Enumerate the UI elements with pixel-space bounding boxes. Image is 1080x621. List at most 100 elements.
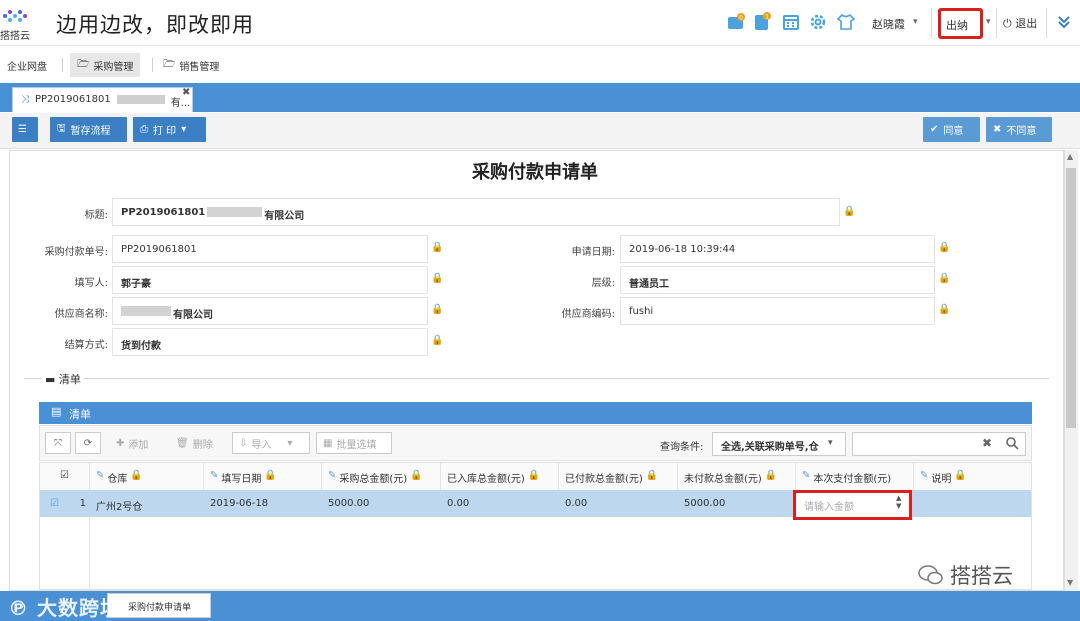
scrollbar-thumb[interactable] bbox=[1066, 168, 1076, 428]
nav-tab-purchase[interactable]: 🗁 采购管理 bbox=[70, 53, 141, 77]
scroll-down-icon[interactable]: ▼ bbox=[1067, 578, 1073, 587]
column-header-remark[interactable]: ✎ 说明 🔒 bbox=[914, 463, 1031, 490]
add-row-button[interactable]: ✚ 添加 bbox=[110, 432, 154, 454]
delete-row-button[interactable]: 🗑 删除 bbox=[170, 432, 219, 454]
disagree-button[interactable]: ✖ 不同意 bbox=[986, 117, 1052, 142]
column-header-stocked-total[interactable]: 已入库总金额(元) 🔒 bbox=[441, 463, 559, 490]
role-dropdown-caret-icon[interactable]: ▾ bbox=[986, 17, 991, 27]
cell-date[interactable]: 2019-06-18 bbox=[204, 490, 268, 517]
batch-select-label: 批量选填 bbox=[336, 439, 377, 451]
fullscreen-icon: ⤧ bbox=[54, 437, 62, 449]
column-header-warehouse[interactable]: ✎ 仓库 🔒 bbox=[90, 463, 204, 490]
check-icon: ✔ bbox=[930, 124, 939, 135]
plus-icon: ✚ bbox=[116, 437, 125, 449]
skin-shirt-icon[interactable] bbox=[836, 12, 856, 32]
save-flow-button[interactable]: 🖫 暂存流程 bbox=[50, 117, 127, 142]
user-name[interactable]: 赵晓霞 bbox=[872, 16, 905, 32]
level-field[interactable]: 普通员工 bbox=[620, 266, 935, 294]
user-dropdown-caret-icon[interactable]: ▾ bbox=[913, 17, 918, 27]
agree-button[interactable]: ✔ 同意 bbox=[923, 117, 980, 142]
settlement-field[interactable]: 货到付款 bbox=[112, 328, 428, 356]
lock-icon: 🔒 bbox=[431, 242, 444, 253]
column-header-pay-amount[interactable]: ✎ 本次支付金额(元) bbox=[796, 463, 914, 490]
print-button[interactable]: ⎙ 打 印 ▾ bbox=[133, 117, 206, 142]
logo-icon bbox=[3, 10, 27, 22]
agree-label: 同意 bbox=[943, 126, 964, 137]
nav-tab-sales[interactable]: 🗁 销售管理 bbox=[156, 53, 226, 77]
subject-field[interactable]: PP2019061801 有限公司 bbox=[112, 198, 840, 226]
x-icon: ✖ bbox=[993, 124, 1002, 135]
fullscreen-button[interactable]: ⤧ bbox=[45, 432, 71, 454]
supplier-name-suffix: 有限公司 bbox=[173, 310, 213, 321]
column-header-date[interactable]: ✎ 填写日期 🔒 bbox=[204, 463, 322, 490]
import-button[interactable]: ⇩ 导入 ▾ bbox=[232, 432, 310, 454]
chevron-down-icon: ▾ bbox=[181, 124, 187, 135]
document-tab[interactable]: ⤨ PP2019061801 有... bbox=[12, 87, 193, 112]
watermark-right-text: 搭搭云 bbox=[950, 564, 1013, 588]
divider bbox=[1046, 8, 1047, 38]
cell-purchase-total: 5000.00 bbox=[328, 498, 370, 509]
column-header-label: 仓库 bbox=[107, 474, 128, 485]
select-all-checkbox[interactable]: ☑ bbox=[40, 463, 90, 490]
filler-field[interactable]: 郭子豪 bbox=[112, 266, 428, 294]
column-header-purchase-total[interactable]: ✎ 采购总金额(元) 🔒 bbox=[322, 463, 441, 490]
wechat-icon bbox=[918, 565, 943, 585]
chevron-down-icon[interactable]: ▾ bbox=[828, 438, 833, 448]
apply-date-field[interactable]: 2019-06-18 10:39:44 bbox=[620, 235, 935, 263]
row-index: 1 bbox=[79, 498, 86, 509]
delete-label: 删除 bbox=[192, 439, 213, 451]
outline-list-button[interactable]: ☰ bbox=[12, 117, 38, 142]
list-panel-header: ▤ 清单 bbox=[39, 402, 1032, 424]
settings-gear-icon[interactable] bbox=[808, 12, 828, 32]
logout-button[interactable]: ⏻ 退出 bbox=[1003, 15, 1037, 31]
subject-prefix: PP2019061801 bbox=[121, 207, 206, 218]
task-icon[interactable]: 1 bbox=[752, 12, 772, 32]
order-no-field[interactable]: PP2019061801 bbox=[112, 235, 428, 263]
expand-chevron-icon[interactable] bbox=[1055, 12, 1073, 32]
message-icon[interactable]: 0 bbox=[726, 12, 746, 32]
settlement-label: 结算方式: bbox=[64, 340, 108, 351]
calendar-icon[interactable] bbox=[781, 12, 801, 32]
batch-icon: ▦ bbox=[323, 437, 333, 449]
clear-icon[interactable]: ✖ bbox=[982, 436, 992, 450]
column-header-unpaid-total[interactable]: 未付款总金额(元) 🔒 bbox=[678, 463, 796, 490]
watermark-text: 大数跨境 bbox=[36, 596, 121, 620]
import-icon: ⇩ bbox=[239, 437, 248, 449]
cell-paid-total: 0.00 bbox=[565, 498, 588, 509]
pay-amount-input[interactable]: 请输入金额 ▲ ▼ bbox=[793, 490, 912, 520]
print-icon: ⎙ bbox=[140, 124, 148, 135]
filler-label: 填写人: bbox=[74, 278, 108, 289]
role-selector[interactable]: 出纳 bbox=[938, 8, 983, 39]
query-search-input[interactable] bbox=[852, 432, 1026, 456]
stepper-arrows-icon[interactable]: ▲ ▼ bbox=[896, 494, 901, 510]
lock-icon: 🔒 bbox=[954, 470, 967, 481]
redacted-block bbox=[121, 306, 171, 316]
disagree-label: 不同意 bbox=[1006, 126, 1037, 137]
app-logo[interactable]: 搭搭云 bbox=[0, 5, 40, 42]
column-header-label: 采购总金额(元) bbox=[339, 474, 408, 485]
list-section-legend[interactable]: ▬ 清单 bbox=[42, 371, 84, 387]
lock-icon: 🔒 bbox=[645, 470, 659, 481]
section-divider bbox=[24, 378, 1049, 379]
edit-icon: ✎ bbox=[96, 470, 105, 481]
refresh-button[interactable]: ⟳ bbox=[75, 432, 101, 454]
cell-remark[interactable] bbox=[914, 490, 920, 517]
cell-warehouse[interactable]: 广州2号仓 bbox=[90, 490, 142, 517]
task-badge: 1 bbox=[765, 14, 769, 21]
close-icon[interactable]: ✖ bbox=[182, 87, 190, 98]
lock-icon: 🔒 bbox=[764, 470, 778, 481]
document-tab-label: PP2019061801 bbox=[35, 94, 111, 105]
supplier-code-field[interactable]: fushi bbox=[620, 297, 935, 325]
batch-select-button[interactable]: ▦ 批量选填 bbox=[316, 432, 392, 454]
column-header-paid-total[interactable]: 已付款总金额(元) 🔒 bbox=[559, 463, 678, 490]
import-label: 导入 bbox=[251, 439, 272, 451]
row-checkbox[interactable]: ☑ bbox=[44, 490, 59, 517]
supplier-name-field[interactable]: 有限公司 bbox=[112, 297, 428, 325]
divider bbox=[152, 58, 153, 72]
query-condition-select[interactable]: 全选,关联采购单号,仓 bbox=[712, 432, 846, 456]
search-icon[interactable] bbox=[1005, 436, 1019, 450]
column-header-label: 未付款总金额(元) bbox=[684, 474, 762, 485]
nav-tab-enterprise-drive[interactable]: 企业网盘 bbox=[0, 53, 54, 77]
taskbar-tab[interactable]: 采购付款申请单 bbox=[107, 593, 211, 618]
edit-icon: ✎ bbox=[328, 470, 337, 481]
